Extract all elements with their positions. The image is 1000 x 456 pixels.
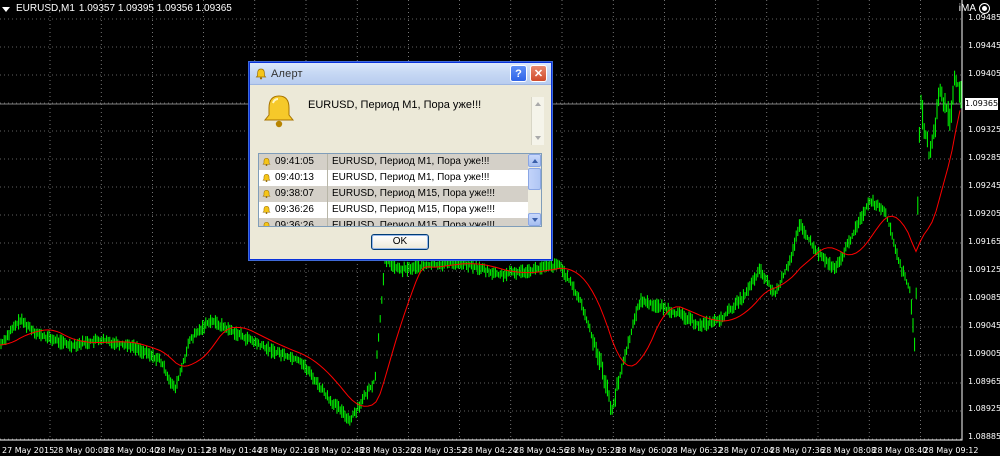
price-tick-label: 1.09205: [968, 209, 1000, 218]
ohlc-values: 1.09357 1.09395 1.09356 1.09365: [78, 3, 232, 14]
time-tick-label: 28 May 03:52: [411, 446, 467, 455]
history-message: EURUSD, Период M15, Пора уже!!!: [327, 218, 495, 226]
alert-message: EURUSD, Период M1, Пора уже!!!: [308, 99, 482, 111]
message-scrollbar[interactable]: [531, 97, 544, 145]
history-message: EURUSD, Период M15, Пора уже!!!: [327, 186, 495, 202]
current-price-marker: 1.09365: [965, 98, 999, 110]
history-message: EURUSD, Период M1, Пора уже!!!: [327, 170, 489, 186]
ok-button[interactable]: OK: [371, 234, 429, 250]
alert-dialog: Алерт ? ✕ EURUSD, Период M1, Пора уже!!!…: [249, 62, 552, 260]
scroll-down-arrow-icon[interactable]: [535, 136, 541, 140]
history-message: EURUSD, Период M1, Пора уже!!!: [327, 154, 489, 170]
history-message: EURUSD, Период M15, Пора уже!!!: [327, 202, 495, 218]
time-tick-label: 28 May 07:36: [770, 446, 825, 455]
bell-icon: [263, 221, 270, 226]
bell-icon: [262, 205, 271, 215]
history-row[interactable]: 09:40:13 EURUSD, Период M1, Пора уже!!!: [259, 170, 529, 186]
history-time: 09:36:26: [275, 204, 314, 215]
price-tick-label: 1.09045: [968, 321, 1000, 330]
history-scroll-down-button[interactable]: [528, 213, 541, 226]
price-tick-label: 1.09325: [968, 125, 1000, 134]
price-tick-label: 1.08965: [968, 377, 1000, 386]
price-tick-label: 1.09485: [968, 13, 1000, 22]
history-time: 09:40:13: [275, 172, 314, 183]
history-scroll-up-button[interactable]: [528, 154, 541, 167]
price-tick-label: 1.09445: [968, 41, 1000, 50]
time-tick-label: 28 May 06:00: [616, 446, 672, 455]
large-bell-icon: [263, 95, 295, 128]
bell-icon: [262, 173, 271, 183]
time-tick-label: 28 May 03:20: [360, 446, 416, 455]
history-row[interactable]: 09:38:07 EURUSD, Период M15, Пора уже!!!: [259, 186, 529, 202]
bell-icon: [262, 189, 271, 199]
time-tick-label: 28 May 04:56: [514, 446, 569, 455]
bell-icon: [255, 68, 267, 79]
price-tick-label: 1.09285: [968, 153, 1000, 162]
history-scroll-thumb[interactable]: [528, 168, 541, 190]
chart-header: EURUSD,M1 1.09357 1.09395 1.09356 1.0936…: [2, 2, 232, 16]
time-tick-label: 28 May 01:12: [155, 446, 211, 455]
history-time: 09:41:05: [275, 156, 314, 167]
history-row[interactable]: 09:36:26 EURUSD, Период M15, Пора уже!!!: [259, 218, 529, 227]
dialog-titlebar[interactable]: Алерт ? ✕: [250, 63, 551, 85]
price-tick-label: 1.08925: [968, 404, 1000, 413]
time-tick-label: 28 May 09:12: [923, 446, 979, 455]
time-tick-label: 28 May 07:04: [718, 446, 774, 455]
time-tick-label: 28 May 05:28: [565, 446, 621, 455]
history-row[interactable]: 09:36:26 EURUSD, Период M15, Пора уже!!!: [259, 202, 529, 218]
history-row[interactable]: 09:41:05 EURUSD, Период M1, Пора уже!!!: [259, 154, 529, 170]
price-tick-label: 1.09085: [968, 293, 1000, 302]
time-tick-label: 28 May 02:16: [258, 446, 313, 455]
price-tick-label: 1.09005: [968, 349, 1000, 358]
price-tick-label: 1.09125: [968, 265, 1000, 274]
dropdown-triangle-icon[interactable]: [2, 6, 10, 12]
history-time: 09:36:26: [275, 220, 314, 227]
history-time: 09:38:07: [275, 188, 314, 199]
time-tick-label: 28 May 08:08: [821, 446, 877, 455]
time-tick-label: 28 May 00:40: [104, 446, 160, 455]
time-tick-label: 28 May 02:48: [309, 446, 365, 455]
price-tick-label: 1.08885: [968, 432, 1000, 441]
symbol-label: EURUSD,M1: [16, 3, 75, 14]
scroll-up-arrow-icon[interactable]: [535, 102, 541, 106]
alert-history-list[interactable]: 09:41:05 EURUSD, Период M1, Пора уже!!! 09…: [258, 153, 542, 227]
time-tick-label: 28 May 04:24: [462, 446, 518, 455]
dialog-title: Алерт: [271, 67, 303, 80]
time-tick-label: 27 May 2015: [2, 446, 55, 455]
price-tick-label: 1.09405: [968, 69, 1000, 78]
time-tick-label: 28 May 08:40: [872, 446, 928, 455]
history-scrollbar[interactable]: [528, 154, 541, 226]
price-tick-label: 1.09165: [968, 237, 1000, 246]
time-tick-label: 28 May 00:08: [53, 446, 109, 455]
help-button[interactable]: ?: [510, 65, 527, 82]
price-tick-label: 1.09245: [968, 181, 1000, 190]
time-tick-label: 28 May 06:32: [667, 446, 723, 455]
time-tick-label: 28 May 01:44: [206, 446, 262, 455]
close-button[interactable]: ✕: [530, 65, 547, 82]
bell-icon: [262, 157, 271, 167]
